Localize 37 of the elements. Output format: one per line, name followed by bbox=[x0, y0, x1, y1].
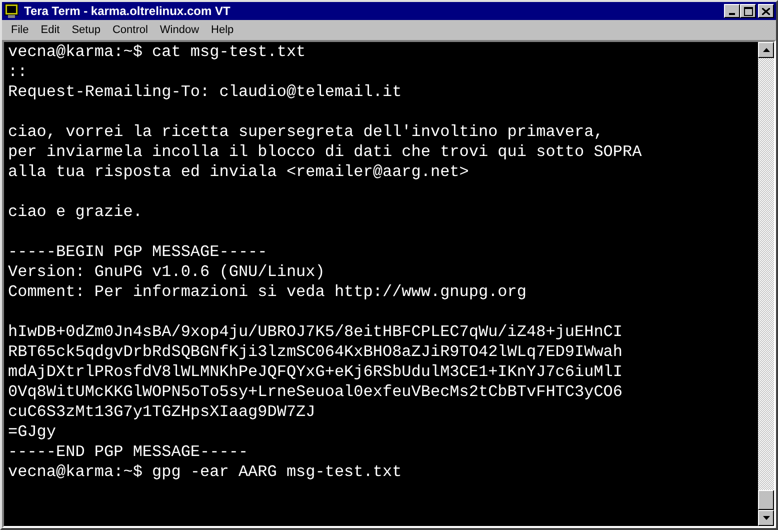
terminal-line: -----END PGP MESSAGE----- bbox=[8, 442, 250, 462]
terminal-line: vecna@karma:~$ cat msg-test.txt bbox=[8, 42, 307, 62]
scroll-down-button[interactable] bbox=[758, 510, 774, 526]
terminal-line: alla tua risposta ed inviala <remailer@aarg.net> bbox=[8, 162, 470, 182]
terminal-line: ciao e grazie. bbox=[8, 202, 144, 222]
terminal-icon bbox=[4, 3, 20, 19]
terminal-line: mdAjDXtrlPRosfdV8lWLMNKhPeJQFQYxG+eKj6RSbUdulM3CE1+IKnYJ7c6iuMlI bbox=[8, 362, 624, 382]
terminal-line: :: bbox=[8, 62, 28, 82]
terminal-line: hIwDB+0dZm0Jn4sBA/9xop4ju/UBROJ7K5/8eitHBFCPLEC7qWu/iZ48+juEHnCI bbox=[8, 322, 624, 342]
menu-item[interactable]: Control bbox=[107, 24, 155, 36]
terminal-line: =GJgy bbox=[8, 422, 58, 442]
terminal-line: RBT65ck5qdgvDrbRdSQBGNfKji3lzmSC064KxBHO8aZJiR9TO42lWLq7ED9IWwah bbox=[8, 342, 624, 362]
menu-item[interactable]: Window bbox=[154, 24, 206, 36]
maximize-icon bbox=[744, 6, 752, 16]
close-icon bbox=[762, 8, 770, 14]
terminal-line: cuC6S3zMt13G7y1TGZHpsXIaag9DW7ZJ bbox=[8, 402, 316, 422]
scroll-up-button[interactable] bbox=[758, 42, 774, 58]
menu-item[interactable]: File bbox=[6, 24, 36, 36]
terminal-line: ciao, vorrei la ricetta supersegreta dell'involtino primavera, bbox=[8, 122, 604, 142]
terminal-line: Request-Remailing-To: claudio@telemail.it bbox=[8, 82, 403, 102]
menu-item[interactable]: Edit bbox=[36, 24, 67, 36]
terminal-line: Comment: Per informazioni si veda http://www.gnupg.org bbox=[8, 282, 528, 302]
terminal-line: -----BEGIN PGP MESSAGE----- bbox=[8, 242, 268, 262]
menu-item[interactable]: Help bbox=[206, 24, 241, 36]
terminal-line: Version: GnuPG v1.0.6 (GNU/Linux) bbox=[8, 262, 326, 282]
window-title: Tera Term - karma.oltrelinux.com VT bbox=[24, 4, 232, 18]
minimize-button[interactable] bbox=[724, 4, 740, 18]
scrollbar[interactable] bbox=[758, 42, 774, 526]
terminal-line: per inviarmela incolla il blocco di dati che trovi qui sotto SOPRA bbox=[8, 142, 643, 162]
menu-item[interactable]: Setup bbox=[66, 24, 108, 36]
scroll-thumb[interactable] bbox=[758, 490, 774, 510]
close-button[interactable] bbox=[758, 4, 774, 18]
up-arrow-icon bbox=[762, 48, 770, 52]
terminal-line: 0Vq8WitUMcKKGlWOPN5oTo5sy+LrneSeuoal0exfeuVBecMs2tCbBTvFHTC3yCO6 bbox=[8, 382, 624, 402]
terminal-line: vecna@karma:~$ gpg -ear AARG msg-test.txt bbox=[8, 462, 403, 482]
down-arrow-icon bbox=[762, 516, 770, 520]
maximize-button[interactable] bbox=[740, 4, 756, 18]
